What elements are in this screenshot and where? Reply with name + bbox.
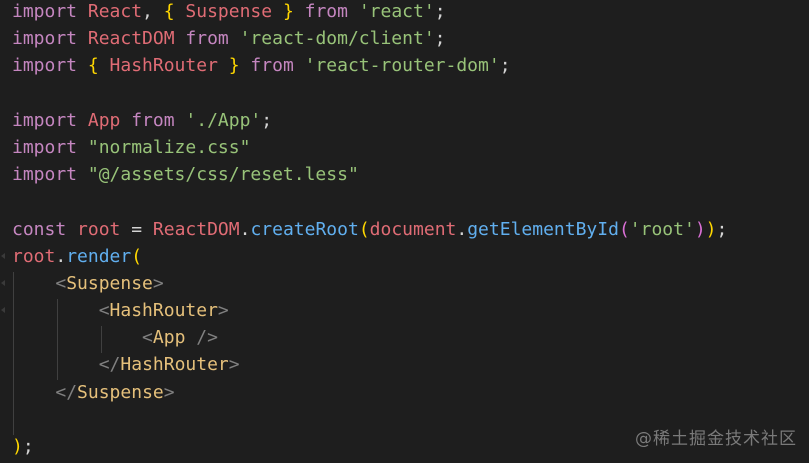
code-line[interactable]: import App from './App'; [12,107,727,134]
code-token: Suspense [174,1,283,22]
code-line[interactable] [12,406,727,433]
fold-marker-icon[interactable] [1,252,5,259]
code-line[interactable]: root.render( [1,243,727,270]
code-token: import [12,136,88,158]
code-token: ( [618,218,630,240]
code-token: </ [98,354,121,376]
code-editor[interactable]: import React, { Suspense } from 'react';… [0,0,809,463]
code-token: { [163,1,175,22]
code-token: ) [694,218,706,240]
code-token: Suspense [66,272,153,294]
code-token: 'react' [358,1,435,22]
code-token: ; [434,1,446,22]
code-token: React [87,1,143,22]
code-token: } [228,55,240,77]
code-token: 'root' [629,218,695,240]
code-token: } [282,1,294,22]
code-token: "normalize.css" [87,136,251,158]
watermark: @稀土掘金技术社区 [635,428,797,449]
code-token: ; [499,55,511,77]
code-token: < [98,300,110,322]
code-token: > [163,381,175,403]
code-token: , [142,1,164,22]
code-line[interactable]: <HashRouter> [1,297,727,324]
code-token: ; [22,436,34,457]
code-token: render [66,245,132,267]
code-token: { [87,55,99,77]
code-line[interactable]: <Suspense> [1,270,727,297]
code-token: > [228,354,240,376]
code-token: ReactDOM [152,218,240,240]
code-token: 'react-dom/client' [239,28,435,50]
code-block[interactable]: import React, { Suspense } from 'react';… [1,0,727,460]
code-token: </ [55,381,78,403]
code-token: from [293,1,359,22]
code-token: from [239,55,305,77]
code-token: App [152,327,197,349]
code-token: HashRouter [98,55,229,77]
code-token: ; [434,28,446,50]
code-token: ReactDOM [87,28,186,50]
code-token: . [239,218,251,240]
code-token: root [77,218,132,240]
code-line[interactable] [12,80,727,107]
code-line[interactable]: </Suspense> [12,379,727,406]
code-line[interactable] [12,188,727,215]
code-token: document [369,218,457,240]
code-line[interactable]: <App /> [12,324,727,351]
code-token: ) [12,436,23,457]
code-token: getElementById [467,218,619,240]
code-line[interactable]: </HashRouter> [12,351,727,378]
code-token: "@/assets/css/reset.less" [87,164,359,186]
code-line[interactable]: import { HashRouter } from 'react-router… [12,52,727,79]
code-token: . [456,218,468,240]
code-token: createRoot [250,218,359,240]
code-token: /> [196,327,218,349]
code-token: > [217,300,229,322]
code-token: . [55,245,67,267]
code-token: root [12,245,56,267]
code-token: < [55,272,67,294]
code-token: './App' [185,109,262,131]
code-line[interactable]: import "normalize.css" [12,134,727,161]
code-line[interactable]: const root = ReactDOM.createRoot(documen… [12,216,727,243]
code-token: import [12,28,88,50]
code-token: ( [358,218,370,240]
code-token: ( [131,245,143,267]
fold-marker-icon[interactable] [1,279,5,286]
code-token: ; [716,218,728,240]
code-token: import [12,164,88,186]
code-line[interactable]: ); [12,433,727,460]
code-token: = [131,218,153,240]
code-token: from [185,28,240,50]
code-token: App [87,109,132,131]
code-token: > [152,272,164,294]
code-line[interactable]: import ReactDOM from 'react-dom/client'; [12,25,727,52]
fold-marker-icon[interactable] [1,307,5,314]
code-token: import [12,55,88,77]
code-token: 'react-router-dom' [304,55,500,77]
code-token: import [12,1,88,22]
code-token: HashRouter [120,354,229,376]
code-token: HashRouter [109,300,218,322]
code-token: Suspense [77,381,164,403]
code-token: ; [261,109,273,131]
code-token: ) [705,218,717,240]
code-token: import [12,109,88,131]
code-token: from [131,109,186,131]
code-token: const [12,218,78,240]
code-line[interactable]: import React, { Suspense } from 'react'; [12,0,727,25]
code-token: < [142,327,153,349]
code-line[interactable]: import "@/assets/css/reset.less" [12,161,727,188]
